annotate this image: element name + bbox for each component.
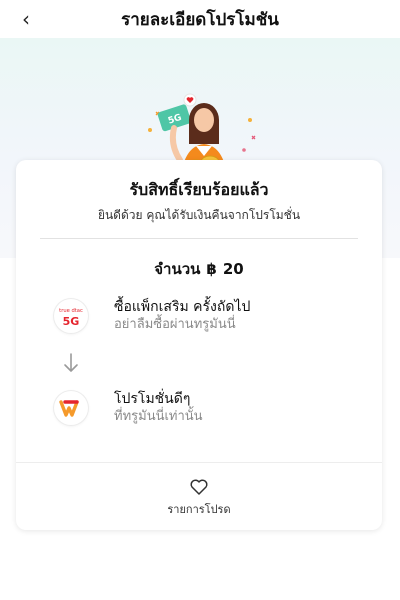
step-description: อย่าลืมซื้อผ่านทรูมันนี่ [114,317,236,332]
divider [16,462,382,463]
truemoney-logo [54,391,88,425]
app-header: ‹ รายละเอียดโปรโมชัน [0,0,400,38]
back-button[interactable]: ‹ [14,7,38,31]
success-title: รับสิทธิ์เรียบร้อยแล้ว [129,180,269,199]
reward-card: รับสิทธิ์เรียบร้อยแล้ว ยินดีด้วย คุณได้ร… [16,160,382,530]
step-title: โปรโมชั่นดีๆ [114,391,191,407]
true-dtac-5g-logo: true dtac 5G [54,299,88,333]
step-description: ที่ทรูมันนี่เท่านั้น [114,409,203,424]
svg-text:true dtac: true dtac [59,308,83,314]
success-subtitle: ยินดีด้วย คุณได้รับเงินคืนจากโปรโมชั่น [97,208,301,222]
arrow-down-icon [64,353,78,372]
step-buy-addon: true dtac 5G ซื้อแพ็กเสริม ครั้งถัดไป อย… [54,298,250,334]
favorites-button[interactable]: รายการโปรด [149,478,249,518]
favorites-label: รายการโปรด [167,503,231,516]
baht-symbol: ฿ [206,260,217,278]
svg-text:5G: 5G [63,315,80,328]
heart-outline-icon [190,479,208,495]
chevron-left-icon: ‹ [22,7,30,31]
page-title: รายละเอียดโปรโมชัน [121,9,279,30]
step-title: ซื้อแพ็กเสริม ครั้งถัดไป [114,299,251,315]
divider [40,238,358,239]
cashback-amount: จำนวน฿ 20 [154,260,244,278]
step-good-promo: โปรโมชั่นดีๆ ที่ทรูมันนี่เท่านั้น [54,390,203,426]
heart-icon [183,93,197,107]
